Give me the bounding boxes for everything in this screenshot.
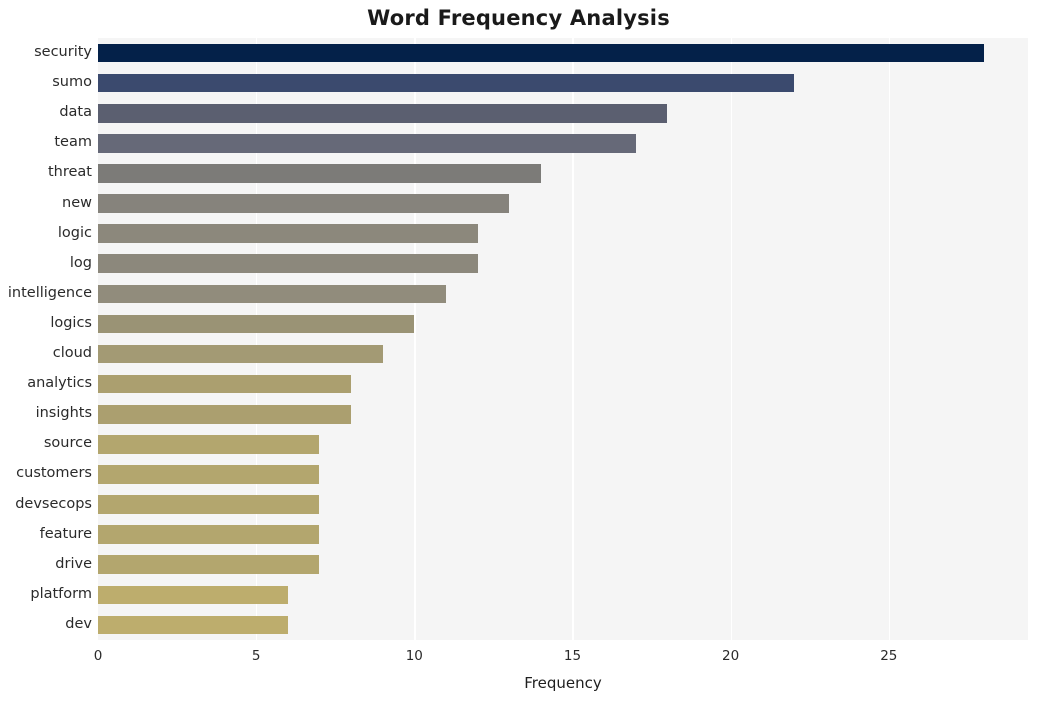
x-tick-label-25: 25 xyxy=(880,648,898,664)
y-tick-label-cloud: cloud xyxy=(52,345,92,362)
bar-row xyxy=(98,404,1028,424)
y-tick-label-insights: insights xyxy=(35,405,92,422)
bar-row xyxy=(98,344,1028,364)
y-tick-label-intelligence: intelligence xyxy=(7,284,92,301)
bar-customers xyxy=(98,465,320,484)
y-tick-label-analytics: analytics xyxy=(27,375,92,392)
x-tick-label-0: 0 xyxy=(93,648,103,664)
bar-row xyxy=(98,43,1028,63)
y-tick-label-logic: logic xyxy=(57,224,92,241)
bar-team xyxy=(98,134,636,153)
bar-dev xyxy=(98,615,288,635)
chart-figure: Word Frequency Analysis security sumo data… xyxy=(0,0,1037,701)
y-tick-label-devsecops: devsecops xyxy=(15,495,92,512)
y-axis-tick-labels: security sumo data team threat new logic log int… xyxy=(0,38,92,640)
bar-security xyxy=(98,43,984,63)
bar-platform xyxy=(98,585,288,605)
bar-row xyxy=(98,615,1028,635)
bar-insights xyxy=(98,404,352,424)
y-tick-label-platform: platform xyxy=(30,585,92,602)
y-tick-label-drive: drive xyxy=(55,555,92,572)
y-tick-label-new: new xyxy=(62,194,92,211)
y-tick-label-sumo: sumo xyxy=(52,74,92,91)
bar-feature xyxy=(98,525,320,544)
bar-logic xyxy=(98,224,478,243)
bar-logics xyxy=(98,314,415,334)
bar-intelligence xyxy=(98,284,446,304)
y-tick-label-data: data xyxy=(59,104,92,121)
bar-row xyxy=(98,103,1028,123)
bar-row xyxy=(98,435,1028,454)
bar-row xyxy=(98,465,1028,484)
bar-row xyxy=(98,134,1028,153)
y-tick-label-team: team xyxy=(54,134,92,151)
bar-row xyxy=(98,73,1028,93)
bar-row xyxy=(98,585,1028,605)
bar-sumo xyxy=(98,73,794,93)
bar-row xyxy=(98,314,1028,334)
y-tick-label-customers: customers xyxy=(16,465,92,482)
bar-row xyxy=(98,254,1028,274)
bar-devsecops xyxy=(98,495,320,514)
x-axis-tick-labels: 0 5 10 15 20 25 xyxy=(0,648,1037,670)
chart-title: Word Frequency Analysis xyxy=(367,6,670,30)
bar-analytics xyxy=(98,374,352,394)
x-tick-label-5: 5 xyxy=(251,648,261,664)
bar-data xyxy=(98,103,668,123)
plot-area xyxy=(98,38,1028,640)
bar-row xyxy=(98,224,1028,243)
bar-drive xyxy=(98,555,320,575)
y-tick-label-security: security xyxy=(34,44,92,61)
bar-row xyxy=(98,525,1028,544)
bar-new xyxy=(98,194,510,213)
bar-source xyxy=(98,435,320,454)
bar-row xyxy=(98,555,1028,575)
bar-series xyxy=(98,38,1028,640)
y-tick-label-feature: feature xyxy=(39,525,92,542)
y-tick-label-source: source xyxy=(43,435,92,452)
bar-row xyxy=(98,495,1028,514)
y-tick-label-dev: dev xyxy=(65,615,92,632)
bar-row xyxy=(98,164,1028,183)
y-tick-label-log: log xyxy=(69,254,92,271)
bar-log xyxy=(98,254,478,274)
y-tick-label-threat: threat xyxy=(47,164,92,181)
y-tick-label-logics: logics xyxy=(50,314,92,331)
bar-cloud xyxy=(98,344,383,364)
bar-row xyxy=(98,374,1028,394)
bar-threat xyxy=(98,164,541,183)
x-axis-title: Frequency xyxy=(524,674,602,692)
bar-row xyxy=(98,284,1028,304)
bar-row xyxy=(98,194,1028,213)
x-tick-label-20: 20 xyxy=(722,648,740,664)
x-tick-label-10: 10 xyxy=(405,648,423,664)
x-tick-label-15: 15 xyxy=(563,648,582,664)
